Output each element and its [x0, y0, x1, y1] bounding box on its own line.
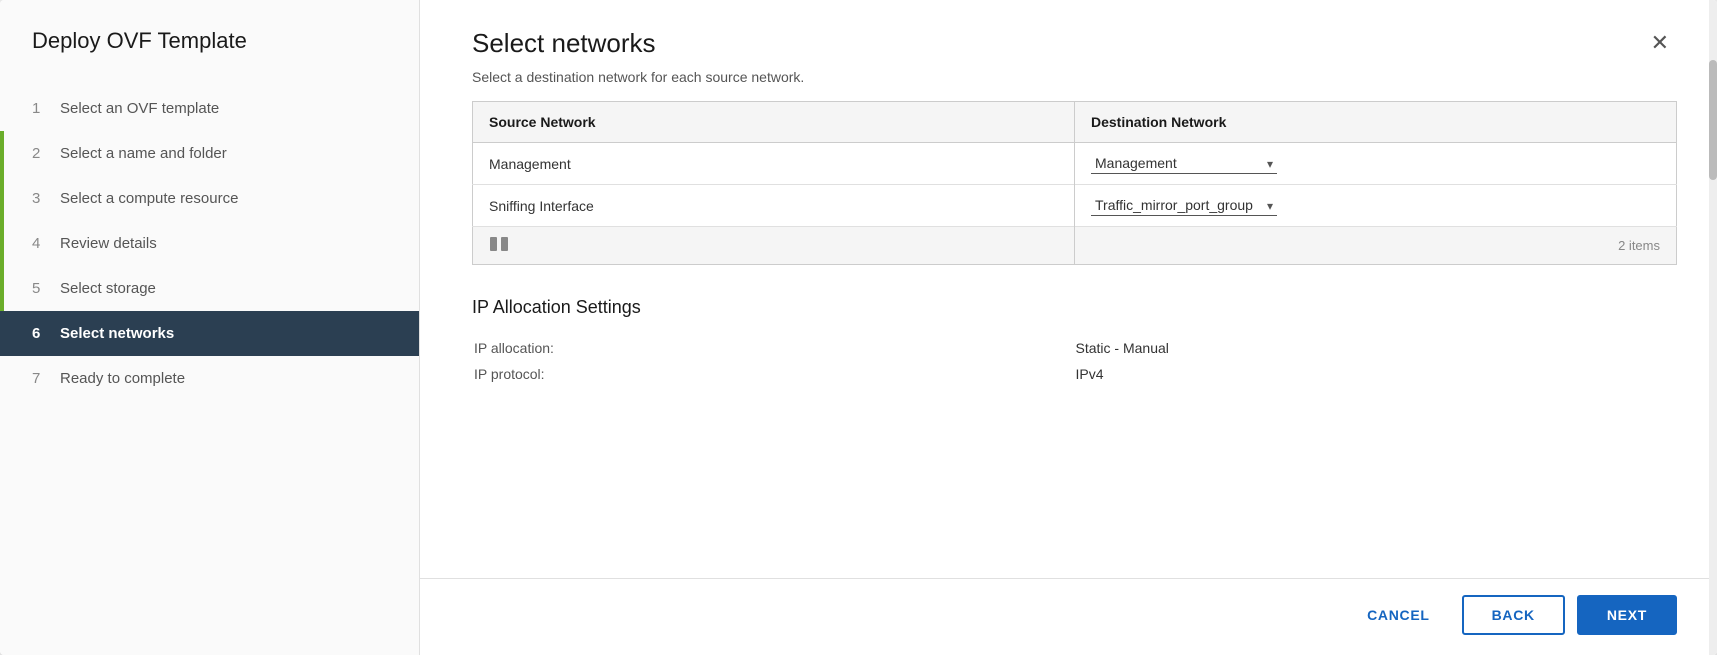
- ip-allocation-section-title: IP Allocation Settings: [472, 297, 1677, 318]
- step4-label: Review details: [60, 235, 157, 252]
- step1-label: Select an OVF template: [60, 100, 219, 117]
- destination-network-select-sniffing[interactable]: Management Traffic_mirror_port_group VM …: [1091, 195, 1277, 216]
- items-count: 2 items: [1075, 227, 1677, 265]
- sidebar: Deploy OVF Template 1 Select an OVF temp…: [0, 0, 420, 655]
- main-header: Select networks ✕: [420, 0, 1717, 69]
- ip-allocation-row: IP allocation: Static - Manual: [474, 336, 1675, 360]
- destination-cell-sniffing: Management Traffic_mirror_port_group VM …: [1075, 185, 1677, 227]
- sidebar-item-step5[interactable]: 5 Select storage: [0, 266, 419, 311]
- sidebar-item-step2[interactable]: 2 Select a name and folder: [0, 131, 419, 176]
- main-subtitle: Select a destination network for each so…: [420, 69, 1717, 101]
- back-button[interactable]: BACK: [1462, 595, 1565, 635]
- step1-number: 1: [32, 100, 48, 117]
- steps-list: 1 Select an OVF template 2 Select a name…: [0, 86, 419, 401]
- cancel-button[interactable]: CANCEL: [1347, 597, 1450, 633]
- destination-cell-management: Management Traffic_mirror_port_group VM …: [1075, 143, 1677, 185]
- scrollbar-thumb[interactable]: [1709, 60, 1717, 180]
- step6-number: 6: [32, 325, 48, 342]
- sidebar-item-step4[interactable]: 4 Review details: [0, 221, 419, 266]
- step7-number: 7: [32, 370, 48, 387]
- step3-label: Select a compute resource: [60, 190, 238, 207]
- step6-label: Select networks: [60, 325, 174, 342]
- ip-allocation-label: IP allocation:: [474, 336, 1074, 360]
- source-network-management: Management: [473, 143, 1075, 185]
- col-destination-header: Destination Network: [1075, 102, 1677, 143]
- main-body: Source Network Destination Network Manag…: [420, 101, 1717, 578]
- table-row: Management Management Traffic_mirror_por…: [473, 143, 1677, 185]
- ip-protocol-label: IP protocol:: [474, 362, 1074, 386]
- ip-allocation-section: IP Allocation Settings IP allocation: St…: [472, 297, 1677, 388]
- step4-number: 4: [32, 235, 48, 252]
- table-row: Sniffing Interface Management Traffic_mi…: [473, 185, 1677, 227]
- table-header-row: Source Network Destination Network: [473, 102, 1677, 143]
- step3-number: 3: [32, 190, 48, 207]
- ip-allocation-value: Static - Manual: [1076, 336, 1676, 360]
- col-source-header: Source Network: [473, 102, 1075, 143]
- sidebar-item-step3[interactable]: 3 Select a compute resource: [0, 176, 419, 221]
- sidebar-item-step6[interactable]: 6 Select networks: [0, 311, 419, 356]
- main-title: Select networks: [472, 28, 656, 59]
- network-table: Source Network Destination Network Manag…: [472, 101, 1677, 265]
- destination-network-select-management[interactable]: Management Traffic_mirror_port_group VM …: [1091, 153, 1277, 174]
- table-footer-columns: [473, 227, 1075, 265]
- source-network-sniffing: Sniffing Interface: [473, 185, 1075, 227]
- step7-label: Ready to complete: [60, 370, 185, 387]
- sidebar-item-step1[interactable]: 1 Select an OVF template: [0, 86, 419, 131]
- next-button[interactable]: NEXT: [1577, 595, 1677, 635]
- sidebar-item-step7[interactable]: 7 Ready to complete: [0, 356, 419, 401]
- destination-select-wrapper-management: Management Traffic_mirror_port_group VM …: [1091, 153, 1277, 174]
- scrollbar-track[interactable]: [1709, 0, 1717, 655]
- destination-select-wrapper-sniffing: Management Traffic_mirror_port_group VM …: [1091, 195, 1277, 216]
- deploy-ovf-dialog: Deploy OVF Template 1 Select an OVF temp…: [0, 0, 1717, 655]
- table-footer-row: 2 items: [473, 227, 1677, 265]
- columns-icon: [489, 237, 509, 251]
- col-bar-1: [490, 237, 497, 251]
- step2-number: 2: [32, 145, 48, 162]
- main-content: Select networks ✕ Select a destination n…: [420, 0, 1717, 655]
- col-bar-2: [501, 237, 508, 251]
- ip-allocation-table: IP allocation: Static - Manual IP protoc…: [472, 334, 1677, 388]
- step5-number: 5: [32, 280, 48, 297]
- close-button[interactable]: ✕: [1643, 28, 1677, 58]
- dialog-footer: CANCEL BACK NEXT: [420, 578, 1717, 655]
- dialog-title: Deploy OVF Template: [0, 0, 419, 78]
- step5-label: Select storage: [60, 280, 156, 297]
- step2-label: Select a name and folder: [60, 145, 227, 162]
- ip-protocol-row: IP protocol: IPv4: [474, 362, 1675, 386]
- ip-protocol-value: IPv4: [1076, 362, 1676, 386]
